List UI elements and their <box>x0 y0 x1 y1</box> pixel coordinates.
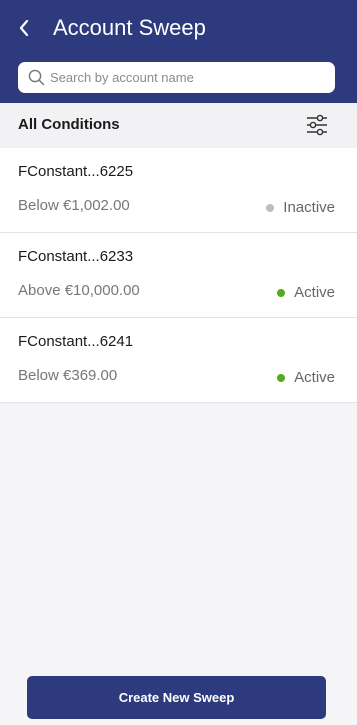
status-label: Active <box>294 284 335 301</box>
conditions-title: All Conditions <box>18 116 120 133</box>
sweep-row[interactable]: FConstant...6241 Below €369.00 Active <box>0 318 357 403</box>
sweep-condition: Below €1,002.00 <box>18 197 130 214</box>
status-dot <box>266 203 275 212</box>
status-dot <box>277 288 286 297</box>
create-new-sweep-button[interactable]: Create New Sweep <box>27 676 326 719</box>
app-header: Account Sweep <box>0 0 357 103</box>
sweep-list: FConstant...6225 Below €1,002.00 Inactiv… <box>0 148 357 403</box>
account-name: FConstant...6225 <box>18 163 134 180</box>
sweep-condition: Above €10,000.00 <box>18 282 140 299</box>
conditions-header: All Conditions <box>0 103 357 148</box>
page-title: Account Sweep <box>53 15 206 40</box>
status-dot <box>277 373 286 382</box>
status-label: Active <box>294 369 335 386</box>
account-name: FConstant...6233 <box>18 248 134 265</box>
search-bar <box>18 62 335 93</box>
status-indicator: Active <box>277 369 335 386</box>
sweep-row[interactable]: FConstant...6225 Below €1,002.00 Inactiv… <box>0 148 357 233</box>
sweep-row[interactable]: FConstant...6233 Above €10,000.00 Active <box>0 233 357 318</box>
filter-button[interactable] <box>305 113 329 137</box>
account-name: FConstant...6241 <box>18 333 134 350</box>
sweep-condition: Below €369.00 <box>18 367 118 384</box>
status-label: Inactive <box>283 199 335 216</box>
chevron-left-icon <box>19 19 29 37</box>
search-icon <box>28 69 45 86</box>
sliders-icon <box>307 114 327 136</box>
back-button[interactable] <box>14 16 34 40</box>
search-input[interactable] <box>50 62 328 93</box>
status-indicator: Active <box>277 284 335 301</box>
status-indicator: Inactive <box>266 199 335 216</box>
